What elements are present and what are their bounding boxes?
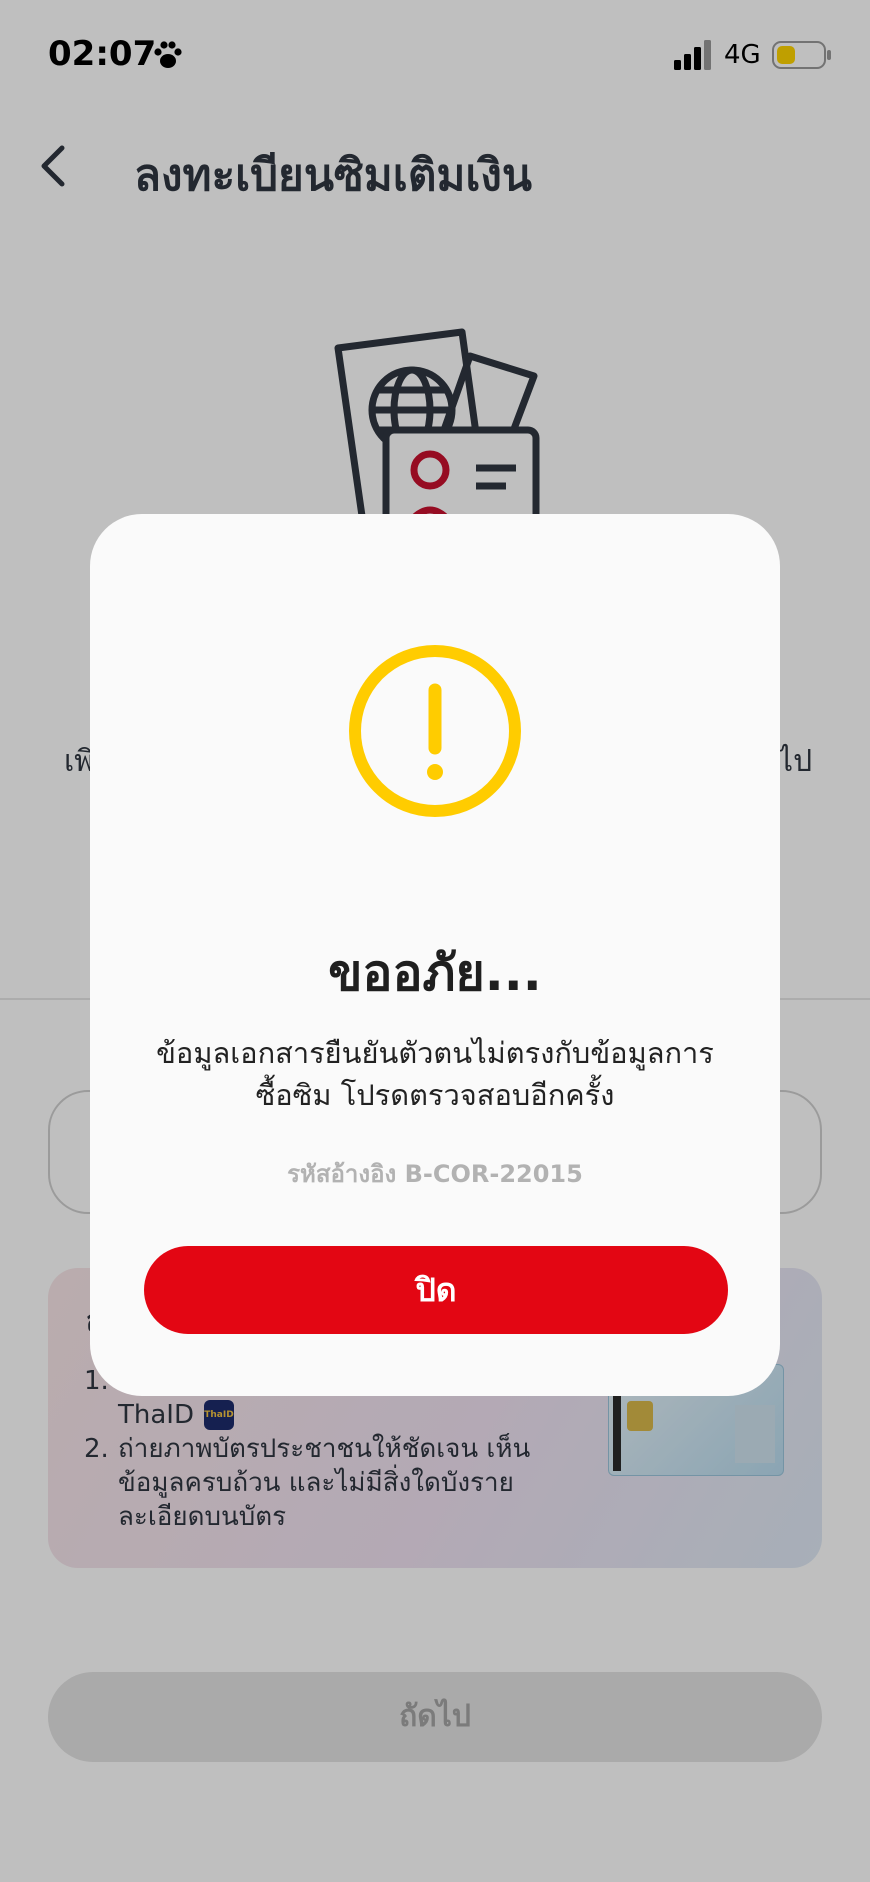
dialog-title: ขออภัย... (328, 944, 542, 1002)
error-dialog: ขออภัย... ข้อมูลเอกสารยืนยันตัวตนไม่ตรงก… (90, 514, 780, 1396)
close-button[interactable]: ปิด (144, 1246, 728, 1334)
close-button-label: ปิด (415, 1271, 457, 1309)
reference-code: รหัสอ้างอิง B-COR-22015 (287, 1160, 583, 1188)
warning-icon (349, 645, 521, 817)
dialog-message: ข้อมูลเอกสารยืนยันตัวตนไม่ตรงกับข้อมูลกา… (156, 1036, 714, 1112)
